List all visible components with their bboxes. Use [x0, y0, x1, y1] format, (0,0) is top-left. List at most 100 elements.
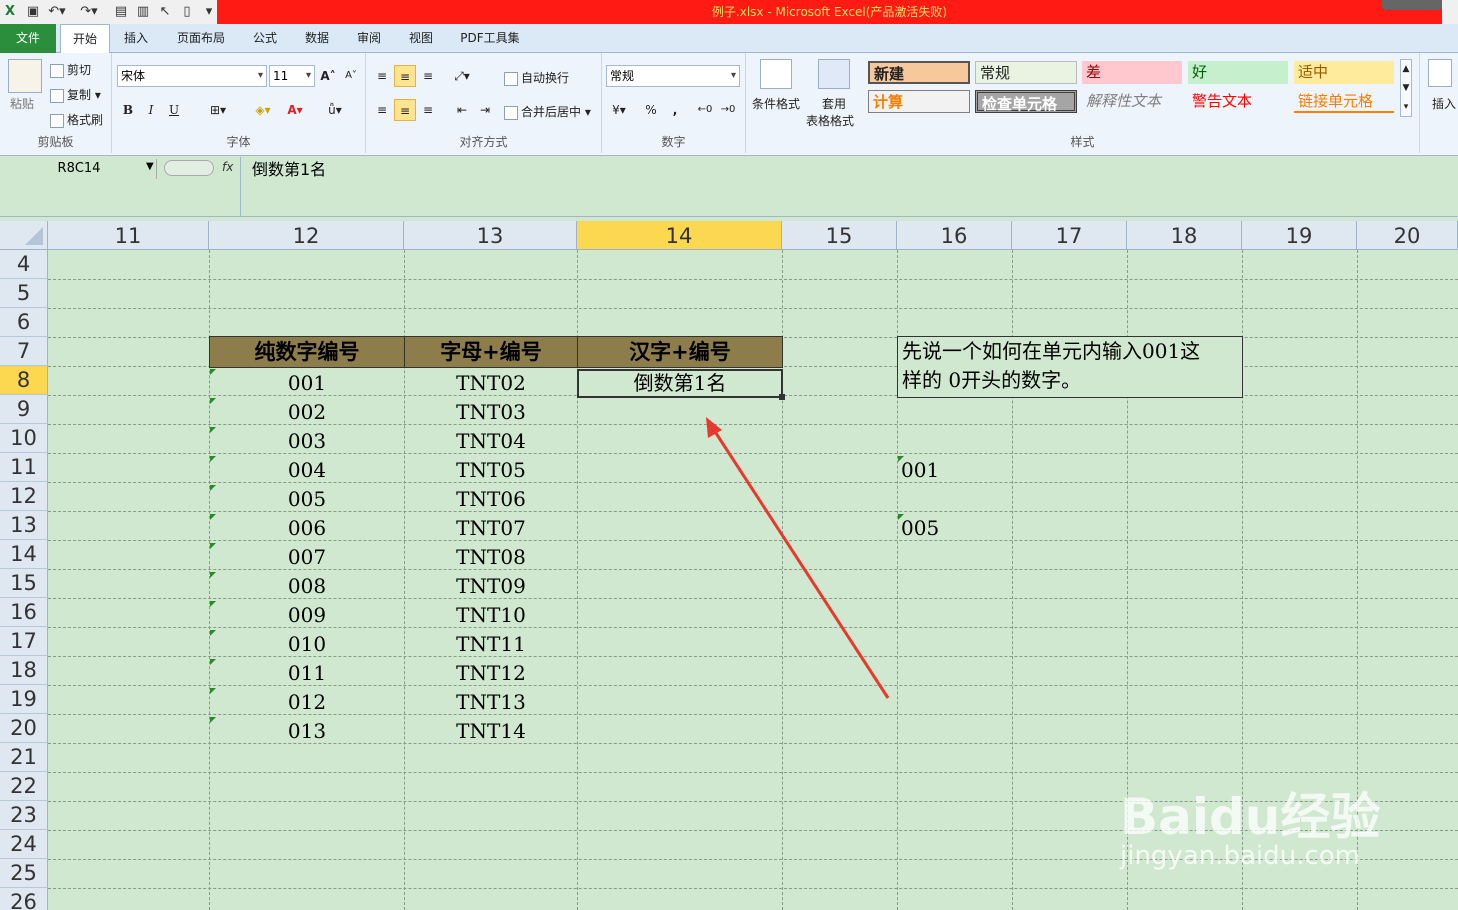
undo-icon[interactable]: ↶▾: [46, 3, 68, 21]
cut-label: 剪切: [67, 63, 92, 77]
shrink-font-icon[interactable]: A˅: [340, 65, 362, 87]
tab-pdf-tools[interactable]: PDF工具集: [452, 24, 528, 53]
styles-scroll-icon[interactable]: ▲ ▼ ▾: [1400, 59, 1412, 117]
name-box[interactable]: R8C14: [2, 159, 157, 179]
tab-view[interactable]: 视图: [400, 24, 442, 53]
merge-center-button[interactable]: 合并后居中 ▾: [504, 103, 591, 120]
tab-review[interactable]: 审阅: [348, 24, 390, 53]
currency-icon[interactable]: ¥▾: [608, 99, 630, 121]
conditional-format-button[interactable]: 条件格式: [752, 95, 800, 112]
align-right-icon[interactable]: ≡: [417, 99, 439, 121]
formula-resize-handle[interactable]: [164, 160, 214, 176]
name-box-dropdown-icon[interactable]: ▼: [146, 161, 154, 172]
formula-input[interactable]: 倒数第1名: [252, 159, 326, 181]
style-normal[interactable]: 常规: [975, 61, 1077, 84]
insert-function-button[interactable]: fx: [222, 160, 233, 174]
style-calculation[interactable]: 计算: [868, 90, 970, 113]
clipboard-group: 粘贴 剪切 复制 ▾ 格式刷 剪贴板: [0, 53, 112, 153]
border-icon[interactable]: ⊞▾: [207, 99, 229, 121]
tab-home[interactable]: 开始: [60, 24, 110, 54]
style-linked-cell[interactable]: 链接单元格: [1294, 90, 1394, 113]
percent-button[interactable]: %: [640, 99, 662, 121]
customize-quick-access-icon[interactable]: ▾: [202, 3, 216, 21]
tab-formulas[interactable]: 公式: [244, 24, 286, 53]
pointer-icon[interactable]: ↖: [156, 3, 174, 21]
tab-insert[interactable]: 插入: [116, 24, 156, 53]
font-size-select[interactable]: 11: [269, 65, 315, 87]
font-group: 宋体 11 A˄ A˅ B I U ⊞▾ ◈▾ A▾ ǚ▾ 字体: [112, 53, 366, 153]
arrow-head: [706, 417, 722, 438]
alignment-group-label: 对齐方式: [459, 135, 508, 149]
open-folder-icon[interactable]: ▤: [112, 3, 130, 21]
number-format-select[interactable]: 常规: [606, 65, 740, 87]
format-painter-label: 格式刷: [67, 113, 104, 127]
cut-button[interactable]: 剪切: [50, 61, 91, 78]
style-neutral[interactable]: 适中: [1294, 61, 1394, 84]
watermark-brand: Baidu经验: [1120, 788, 1381, 846]
table-format-label-2[interactable]: 表格格式: [806, 112, 854, 129]
increase-decimal-icon[interactable]: ←0: [694, 99, 716, 121]
number-group-label: 数字: [661, 135, 686, 149]
brush-icon: [50, 113, 64, 128]
decrease-indent-icon[interactable]: ⇤: [451, 99, 473, 121]
copy-button[interactable]: 复制 ▾: [50, 86, 101, 103]
ribbon-tab-bar: 文件 开始 插入 页面布局 公式 数据 审阅 视图 PDF工具集: [0, 24, 1458, 54]
insert-button[interactable]: 插入: [1432, 95, 1456, 112]
formula-bar: R8C14 ▼ fx 倒数第1名: [0, 157, 1458, 217]
scissors-icon: [50, 63, 64, 78]
watermark-url: jingyan.baidu.com: [1120, 841, 1360, 871]
phonetic-icon[interactable]: ǚ▾: [324, 99, 346, 121]
bold-button[interactable]: B: [117, 99, 139, 121]
italic-button[interactable]: I: [140, 99, 162, 121]
excel-logo-icon: X: [4, 4, 16, 19]
align-top-icon[interactable]: ≡: [371, 65, 393, 87]
wrap-text-label: 自动换行: [521, 71, 570, 85]
clipboard-group-label: 剪贴板: [37, 135, 74, 149]
window-title: 例子.xlsx - Microsoft Excel(产品激活失败): [217, 0, 1442, 24]
fill-color-icon[interactable]: ◈▾: [252, 99, 274, 121]
table-format-label-1[interactable]: 套用: [822, 95, 846, 112]
table-format-icon[interactable]: [818, 59, 850, 89]
tab-page-layout[interactable]: 页面布局: [168, 24, 234, 53]
arrow-shaft: [710, 426, 890, 699]
wrap-text-button[interactable]: 自动换行: [504, 69, 569, 86]
comma-button[interactable]: ,: [664, 99, 686, 121]
align-middle-icon[interactable]: ≡: [394, 65, 416, 87]
paste-icon[interactable]: [8, 59, 42, 93]
decrease-decimal-icon[interactable]: →0: [717, 99, 739, 121]
style-good[interactable]: 好: [1188, 61, 1288, 84]
wrap-text-icon: [504, 71, 518, 86]
conditional-format-icon[interactable]: [760, 59, 792, 89]
font-color-icon[interactable]: A▾: [284, 99, 306, 121]
chart-icon[interactable]: ▥: [134, 3, 152, 21]
format-painter-button[interactable]: 格式刷: [50, 111, 103, 128]
tab-data[interactable]: 数据: [296, 24, 338, 53]
style-check-cell[interactable]: 检查单元格: [975, 90, 1077, 113]
copy-label: 复制: [67, 88, 92, 102]
insert-cells-icon[interactable]: [1428, 59, 1452, 87]
ribbon: 粘贴 剪切 复制 ▾ 格式刷 剪贴板 宋体 11 A˄ A˅ B I U ⊞▾ …: [0, 53, 1458, 156]
underline-button[interactable]: U: [163, 99, 185, 121]
redo-icon[interactable]: ↷▾: [78, 3, 100, 21]
style-new[interactable]: 新建: [868, 61, 970, 84]
paste-button[interactable]: 粘贴: [10, 95, 34, 112]
worksheet-grid[interactable]: 11 12 13 14 15 16 17 18 19 20 4 5 6 7 8 9 10 11 12 13 14 15 1…: [0, 221, 1458, 910]
orientation-icon[interactable]: ⤢▾: [451, 65, 473, 87]
window-controls[interactable]: [1382, 0, 1442, 10]
grow-font-icon[interactable]: A˄: [317, 65, 339, 87]
align-center-icon[interactable]: ≡: [394, 99, 416, 121]
align-left-icon[interactable]: ≡: [371, 99, 393, 121]
styles-group-label: 样式: [1070, 135, 1095, 149]
copy-icon: [50, 88, 64, 103]
styles-group: 条件格式 套用 表格格式 新建 常规 差 好 适中 计算 检查单元格 解释性文本…: [746, 53, 1420, 153]
style-warning[interactable]: 警告文本: [1188, 90, 1288, 113]
tab-file[interactable]: 文件: [0, 24, 56, 53]
save-icon[interactable]: ▣: [24, 3, 42, 21]
increase-indent-icon[interactable]: ⇥: [474, 99, 496, 121]
style-explanatory[interactable]: 解释性文本: [1082, 90, 1182, 113]
font-name-select[interactable]: 宋体: [117, 65, 267, 87]
style-bad[interactable]: 差: [1082, 61, 1182, 84]
align-bottom-icon[interactable]: ≡: [417, 65, 439, 87]
new-document-icon[interactable]: ▯: [178, 3, 196, 21]
font-group-label: 字体: [226, 135, 251, 149]
